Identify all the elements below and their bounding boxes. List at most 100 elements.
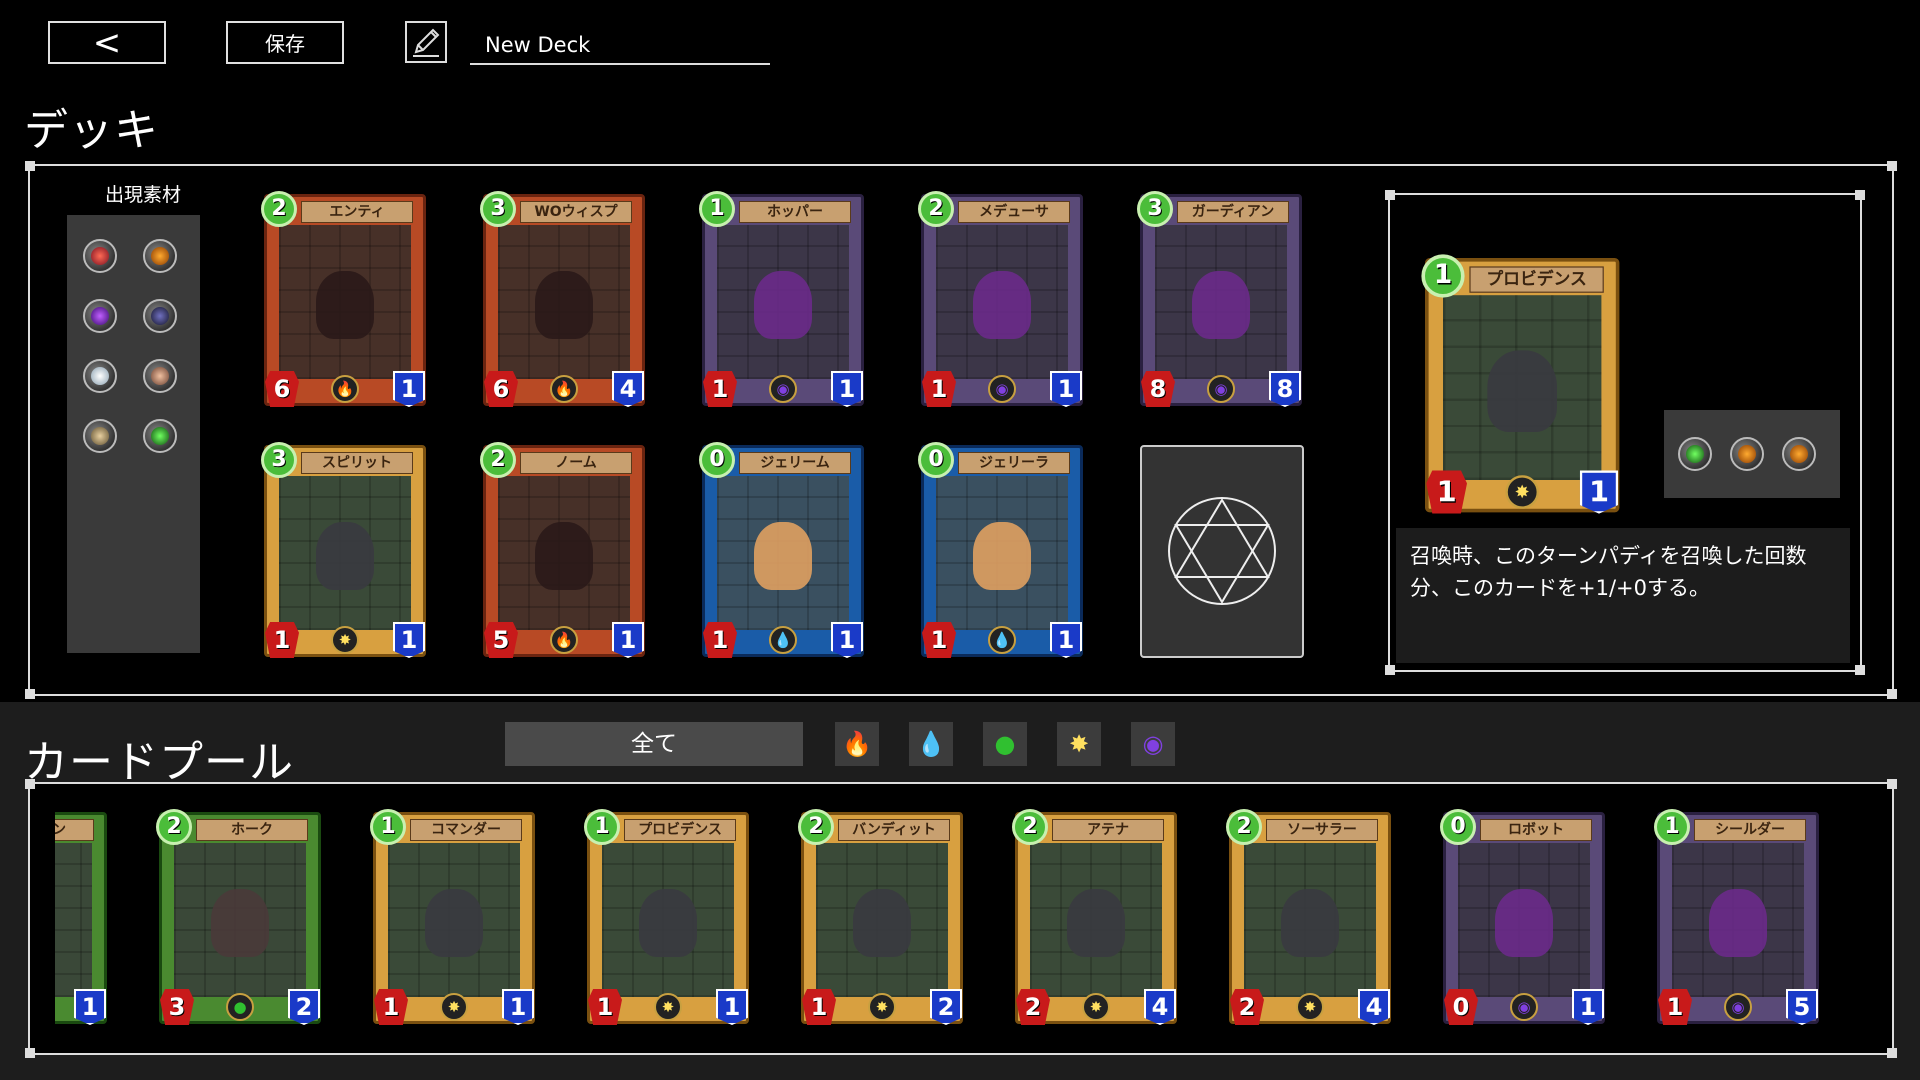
light-icon: ✸ bbox=[1296, 993, 1324, 1021]
card-health: 1 bbox=[1050, 371, 1082, 407]
back-button[interactable]: < bbox=[48, 21, 166, 64]
card[interactable]: ルダイン●1 bbox=[55, 812, 107, 1025]
card[interactable]: アテナ 2 2 ✸ 4 bbox=[1012, 809, 1177, 1025]
filter-leaf-button[interactable]: ● bbox=[983, 722, 1027, 766]
card-name: ジェリーム bbox=[739, 452, 851, 474]
filter-light-button[interactable]: ✸ bbox=[1057, 722, 1101, 766]
save-button[interactable]: 保存 bbox=[226, 21, 344, 64]
card-art bbox=[279, 225, 411, 379]
card-name: バンディット bbox=[838, 819, 950, 841]
filter-dark-button[interactable]: ◉ bbox=[1131, 722, 1175, 766]
card-attack: 1 bbox=[802, 989, 836, 1025]
card[interactable]: ホッパー 1 1 ◉ 1 bbox=[699, 191, 864, 407]
card-name: ソーサラー bbox=[1266, 819, 1378, 841]
light-icon: ✸ bbox=[331, 626, 359, 654]
card[interactable]: ロボット 0 0 ◉ 1 bbox=[1440, 809, 1605, 1025]
card-art bbox=[717, 225, 849, 379]
deck-name-input[interactable]: New Deck bbox=[470, 25, 770, 65]
card-name: プロビデンス bbox=[1469, 266, 1604, 293]
card[interactable]: ジェリーム 0 1 💧 1 bbox=[699, 442, 864, 658]
deck-title: デッキ bbox=[24, 105, 159, 156]
card-health: 1 bbox=[393, 371, 425, 407]
card-name: スピリット bbox=[301, 452, 413, 474]
card-name: シールダー bbox=[1694, 819, 1806, 841]
card[interactable]: ガーディアン 3 8 ◉ 8 bbox=[1137, 191, 1302, 407]
card-art bbox=[498, 225, 630, 379]
card-cost: 2 bbox=[261, 191, 297, 227]
card-health: 1 bbox=[831, 622, 863, 658]
water-icon: 💧 bbox=[916, 730, 946, 758]
filter-all-button[interactable]: 全て bbox=[505, 722, 803, 766]
filter-water-button[interactable]: 💧 bbox=[909, 722, 953, 766]
card-art bbox=[717, 476, 849, 630]
card-health: 1 bbox=[1572, 989, 1604, 1025]
card[interactable]: プロビデンス 1 1 ✸ 1 bbox=[1421, 254, 1620, 514]
card-health: 1 bbox=[612, 622, 644, 658]
leaf-icon: ● bbox=[994, 730, 1016, 758]
card-attack: 1 bbox=[588, 989, 622, 1025]
dark-icon: ◉ bbox=[988, 375, 1016, 403]
card[interactable]: ノーム 2 5 🔥 1 bbox=[480, 442, 645, 658]
card-name: ホーク bbox=[196, 819, 308, 841]
card-cost: 0 bbox=[699, 442, 735, 478]
card[interactable]: メデューサ 2 1 ◉ 1 bbox=[918, 191, 1083, 407]
card[interactable]: ジェリーラ 0 1 💧 1 bbox=[918, 442, 1083, 658]
card[interactable]: ソーサラー 2 2 ✸ 4 bbox=[1226, 809, 1391, 1025]
pencil-icon bbox=[413, 28, 440, 57]
card[interactable]: エンティ 2 6 🔥 1 bbox=[261, 191, 426, 407]
card[interactable]: WOウィスプ 3 6 🔥 4 bbox=[480, 191, 645, 407]
card-name: ノーム bbox=[520, 452, 632, 474]
card-health: 1 bbox=[393, 622, 425, 658]
card[interactable]: スピリット 3 1 ✸ 1 bbox=[261, 442, 426, 658]
fire-icon: 🔥 bbox=[842, 730, 872, 758]
fire-icon: 🔥 bbox=[550, 626, 578, 654]
card-description: 召喚時、このターンパディを召喚した回数分、このカードを+1/+0する。 bbox=[1396, 528, 1850, 663]
card-health: 1 bbox=[1050, 622, 1082, 658]
card-health: 1 bbox=[831, 371, 863, 407]
card[interactable]: ホーク 2 3 ● 2 bbox=[156, 809, 321, 1025]
card-cost: 3 bbox=[1137, 191, 1173, 227]
card-name: アテナ bbox=[1052, 819, 1164, 841]
card-art bbox=[1244, 843, 1376, 997]
light-icon: ✸ bbox=[654, 993, 682, 1021]
card-attack: 2 bbox=[1230, 989, 1264, 1025]
card-art bbox=[936, 225, 1068, 379]
card-pool-list[interactable]: ルダイン●1ホーク23●2コマンダー11✸1プロビデンス11✸1バンディット21… bbox=[55, 790, 1875, 1040]
card-art bbox=[1443, 295, 1602, 480]
card-cost: 3 bbox=[480, 191, 516, 227]
filter-fire-button[interactable]: 🔥 bbox=[835, 722, 879, 766]
card-attack: 6 bbox=[484, 371, 518, 407]
card-name: ガーディアン bbox=[1177, 201, 1289, 223]
dark-icon: ◉ bbox=[1510, 993, 1538, 1021]
card-cost: 1 bbox=[370, 809, 406, 845]
water-icon: 💧 bbox=[769, 626, 797, 654]
card-art bbox=[279, 476, 411, 630]
dark-icon: ◉ bbox=[1142, 730, 1164, 758]
dark-material-icon bbox=[143, 299, 177, 333]
fire-icon: 🔥 bbox=[331, 375, 359, 403]
empty-card-slot[interactable] bbox=[1140, 445, 1304, 658]
card[interactable]: バンディット 2 1 ✸ 2 bbox=[798, 809, 963, 1025]
card[interactable]: シールダー 1 1 ◉ 5 bbox=[1654, 809, 1819, 1025]
light-icon: ✸ bbox=[1068, 730, 1090, 758]
leaf-icon: ● bbox=[226, 993, 254, 1021]
card-health: 1 bbox=[74, 989, 106, 1025]
card-health: 1 bbox=[502, 989, 534, 1025]
card-art bbox=[388, 843, 520, 997]
card[interactable]: プロビデンス 1 1 ✸ 1 bbox=[584, 809, 749, 1025]
card-cost: 0 bbox=[1440, 809, 1476, 845]
card-cost: 2 bbox=[1226, 809, 1262, 845]
materials-panel bbox=[67, 215, 200, 653]
card[interactable]: コマンダー 1 1 ✸ 1 bbox=[370, 809, 535, 1025]
card-cost: 1 bbox=[699, 191, 735, 227]
card-art bbox=[498, 476, 630, 630]
card-attack: 1 bbox=[374, 989, 408, 1025]
card-attack: 2 bbox=[1016, 989, 1050, 1025]
edit-name-button[interactable] bbox=[405, 21, 447, 63]
hexagram-icon bbox=[1168, 497, 1276, 605]
card-attack: 1 bbox=[703, 371, 737, 407]
card-attack: 1 bbox=[922, 371, 956, 407]
red-material-icon bbox=[83, 239, 117, 273]
light-icon: ✸ bbox=[868, 993, 896, 1021]
card-health: 4 bbox=[612, 371, 644, 407]
